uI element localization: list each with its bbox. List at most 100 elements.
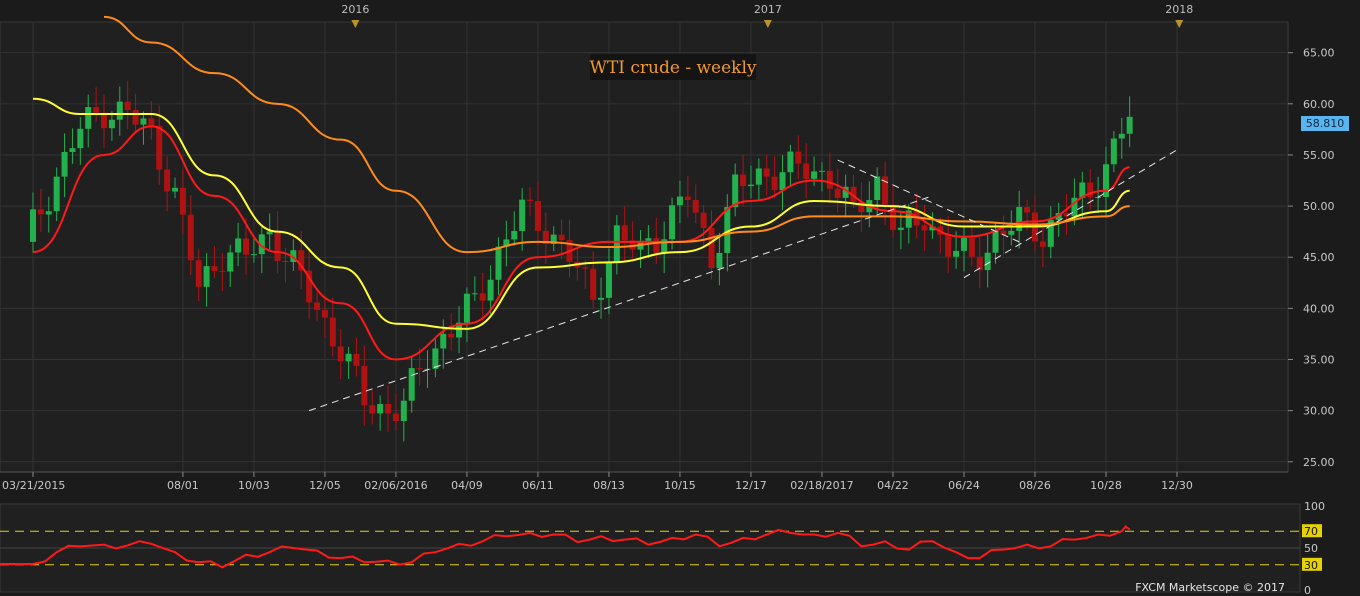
candle-up: [227, 252, 234, 272]
candle-down: [124, 101, 131, 111]
price-tick-label: 45.00: [1303, 251, 1335, 264]
candle-down: [416, 368, 423, 370]
price-tick-label: 35.00: [1303, 354, 1335, 367]
candle-up: [487, 279, 494, 301]
candle-down: [921, 225, 928, 231]
candle-up: [61, 151, 68, 177]
candle-down: [101, 112, 108, 129]
candle-down: [211, 266, 218, 272]
last-price-label: 58.810: [1306, 117, 1345, 130]
candle-up: [69, 148, 76, 152]
candle-up: [669, 205, 676, 240]
date-tick-label: 03/21/2015: [2, 479, 65, 492]
candle-down: [1024, 206, 1031, 213]
candle-down: [708, 228, 715, 269]
price-tick-label: 30.00: [1303, 405, 1335, 418]
price-tick-label: 25.00: [1303, 456, 1335, 469]
candle-up: [408, 368, 415, 401]
year-label: 2017: [754, 3, 782, 16]
candle-up: [598, 297, 605, 300]
candle-down: [219, 271, 226, 273]
candle-up: [818, 170, 825, 172]
candle-down: [148, 118, 155, 126]
rsi-tick-label: 30: [1304, 559, 1318, 572]
candle-down: [369, 405, 376, 414]
candle-down: [795, 151, 802, 164]
candle-down: [700, 212, 707, 229]
candle-down: [179, 187, 186, 215]
candle-down: [321, 310, 328, 318]
date-tick-label: 08/01: [167, 479, 199, 492]
candle-down: [37, 209, 44, 215]
candle-down: [353, 353, 360, 366]
candle-up: [30, 209, 36, 242]
candle-up: [377, 403, 384, 414]
candle-down: [361, 365, 368, 406]
candle-up: [874, 176, 881, 201]
candle-down: [534, 201, 541, 231]
candle-up: [716, 252, 723, 269]
candle-down: [889, 204, 896, 230]
credit-text: FXCM Marketscope © 2017: [1135, 581, 1285, 594]
candle-up: [463, 293, 470, 323]
year-strip: [0, 0, 1288, 21]
date-tick-label: 08/26: [1019, 479, 1051, 492]
candle-up: [676, 196, 683, 206]
candle-up: [85, 107, 92, 129]
chart-canvas: 2016 2017 2018 65.00 60.00 55.00 50.00 45.00 40…: [0, 0, 1360, 596]
candle-down: [195, 260, 202, 287]
candle-down: [771, 176, 778, 191]
rsi-tick-label: 50: [1304, 542, 1318, 555]
candle-down: [621, 225, 628, 241]
candle-down: [156, 125, 163, 170]
candle-up: [116, 101, 123, 120]
candle-down: [314, 302, 321, 311]
candle-down: [392, 413, 399, 421]
candle-up: [960, 237, 967, 251]
candle-up: [440, 333, 447, 349]
candle-up: [140, 118, 147, 125]
candle-down: [187, 214, 194, 261]
candle-down: [826, 170, 833, 189]
candle-up: [811, 171, 818, 179]
candle-down: [132, 110, 139, 125]
candle-up: [400, 400, 407, 421]
candle-up: [897, 227, 904, 230]
date-tick-label: 12/30: [1161, 479, 1193, 492]
date-tick-label: 04/09: [451, 479, 483, 492]
date-tick-label: 10/28: [1090, 479, 1122, 492]
date-tick-label: 06/24: [948, 479, 980, 492]
candle-up: [77, 128, 84, 149]
date-tick-label: 10/15: [664, 479, 696, 492]
candle-down: [527, 199, 534, 202]
candle-up: [432, 348, 439, 369]
candle-up: [172, 187, 179, 192]
candle-up: [250, 254, 257, 256]
candle-up: [45, 211, 52, 215]
price-tick-label: 65.00: [1303, 47, 1335, 60]
candle-down: [803, 163, 810, 179]
candle-up: [1126, 116, 1133, 134]
date-tick-label: 04/22: [877, 479, 909, 492]
date-tick-label: 10/03: [238, 479, 270, 492]
candle-up: [747, 184, 754, 187]
candle-down: [329, 317, 336, 347]
date-tick-label: 02/18/2017: [790, 479, 853, 492]
candle-up: [787, 151, 794, 173]
candle-up: [1102, 164, 1109, 197]
price-tick-label: 60.00: [1303, 98, 1335, 111]
date-tick-label: 02/06/2016: [364, 479, 427, 492]
price-tick-label: 40.00: [1303, 302, 1335, 315]
candle-up: [471, 293, 478, 295]
rsi-tick-label: 70: [1304, 525, 1318, 538]
candle-up: [495, 246, 502, 280]
candle-down: [1039, 241, 1046, 247]
chart-title: WTI crude - weekly: [589, 58, 756, 78]
candle-down: [684, 196, 691, 200]
candle-up: [779, 172, 786, 191]
candle-down: [692, 199, 699, 213]
date-tick-label: 12/05: [309, 479, 341, 492]
candle-up: [519, 199, 526, 231]
date-tick-label: 12/17: [735, 479, 767, 492]
candle-up: [732, 174, 739, 208]
